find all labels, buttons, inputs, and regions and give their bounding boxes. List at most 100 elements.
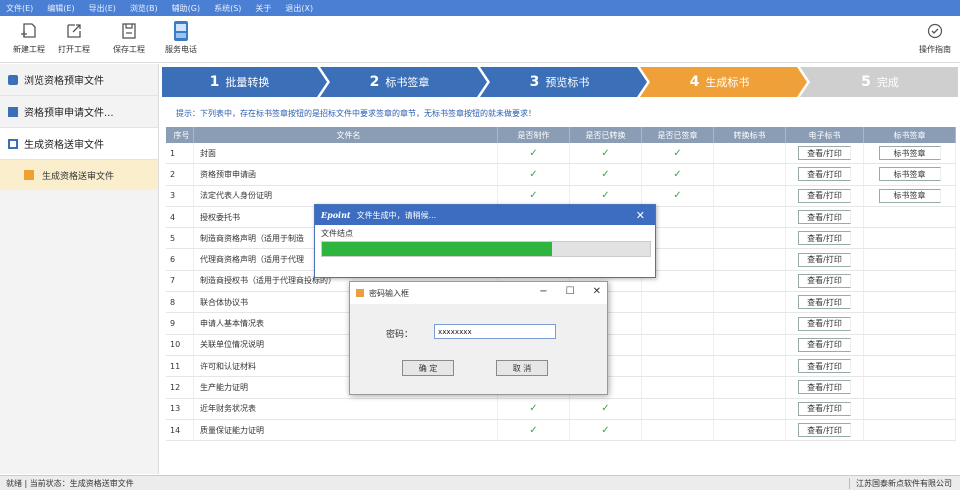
sidebar-subitem-label: 生成资格送审文件 [42,171,115,182]
table-row[interactable]: 14 质量保证能力证明 ✓ ✓ 查看/打印 [166,419,956,442]
view-cell: 查看/打印 [786,185,864,206]
new-project-button[interactable]: 新建工程 [8,20,50,55]
sign-button[interactable]: 标书签章 [878,188,941,203]
converted-check: ✓ [570,185,642,206]
sign-button[interactable]: 标书签章 [878,167,941,182]
view-print-button[interactable]: 查看/打印 [798,252,851,267]
menu-item[interactable]: 文件(E) [6,3,33,14]
view-print-button[interactable]: 查看/打印 [798,188,851,203]
sidebar-item-label: 浏览资格预审文件 [24,76,104,87]
new-project-icon [21,23,36,38]
step-number: 5 [861,74,871,90]
menu-item[interactable]: 系统(S) [214,3,241,14]
sign-cell [864,355,956,377]
sign-cell [864,334,956,355]
password-input[interactable] [434,324,556,339]
view-print-button[interactable]: 查看/打印 [798,273,851,288]
new-project-label: 新建工程 [13,45,45,54]
view-cell: 查看/打印 [786,419,864,441]
view-print-button[interactable]: 查看/打印 [798,380,851,395]
menu-item[interactable]: 关于 [255,3,271,14]
row-number: 14 [166,419,194,441]
step-number: 2 [369,74,380,90]
signed-check [642,355,714,377]
convert-cell [714,228,786,249]
view-cell: 查看/打印 [786,164,864,185]
minimize-icon[interactable]: − [539,286,547,297]
password-title: 密码输入框 [369,288,409,298]
view-cell: 查看/打印 [786,249,864,270]
row-number: 6 [166,249,194,270]
sidebar-item-application[interactable]: 资格预审申请文件... [0,96,158,128]
row-number: 4 [166,206,194,228]
save-project-label: 保存工程 [113,45,145,54]
sidebar-subitem-generate[interactable]: 生成资格送审文件 [0,160,158,190]
row-number: 13 [166,398,194,419]
cancel-button[interactable]: 取 消 [496,360,548,376]
menu-item[interactable]: 退出(X) [285,3,313,14]
open-project-label: 打开工程 [58,45,90,54]
save-project-icon [122,23,136,39]
row-number: 12 [166,377,194,398]
sidebar-item-generate[interactable]: 生成资格送审文件 [0,128,158,160]
sidebar-item-browse[interactable]: 浏览资格预审文件 [0,64,158,96]
guide-button[interactable]: 操作指南 [914,20,956,55]
save-project-button[interactable]: 保存工程 [108,20,150,55]
service-phone-button[interactable]: 服务电话 [160,20,202,55]
sign-cell [864,313,956,334]
status-text: 就绪 | 当前状态：生成资格送审文件 [6,478,134,488]
view-print-button[interactable]: 查看/打印 [798,295,851,310]
view-cell: 查看/打印 [786,377,864,398]
sign-cell [864,270,956,292]
sign-cell [864,206,956,228]
view-print-button[interactable]: 查看/打印 [798,210,851,225]
guide-icon [927,23,943,39]
step-label: 批量转换 [225,76,270,89]
sign-button[interactable]: 标书签章 [878,146,941,161]
header-cell: 文件名 [194,127,498,143]
view-print-button[interactable]: 查看/打印 [798,316,851,331]
view-print-button[interactable]: 查看/打印 [798,359,851,374]
edit-icon [8,106,18,117]
view-print-button[interactable]: 查看/打印 [798,167,851,182]
guide-label: 操作指南 [919,45,951,54]
step-3: 3 预览标书 [482,67,637,97]
progress-dialog: Epoint 文件生成中，请稍候... ✕ 文件结点 [314,204,656,278]
view-print-button[interactable]: 查看/打印 [798,423,851,437]
signed-check: ✓ [642,143,714,164]
app-icon [356,289,364,297]
menu-item[interactable]: 辅助(G) [172,3,200,14]
row-number: 10 [166,334,194,355]
view-print-button[interactable]: 查看/打印 [798,401,851,416]
file-name: 封面 [194,143,498,164]
menu-item[interactable]: 编辑(E) [47,3,74,14]
convert-cell [714,398,786,419]
signed-check [642,398,714,419]
made-check: ✓ [498,164,570,185]
open-project-icon [67,24,81,38]
maximize-icon[interactable]: ☐ [566,286,575,297]
open-project-button[interactable]: 打开工程 [53,20,95,55]
table-header: 序号 文件名 是否制作 是否已转换 是否已签章 转换标书 电子标书 标书签章 [166,127,956,143]
row-number: 11 [166,355,194,377]
table-row[interactable]: 2 资格预审申请函 ✓ ✓ ✓ 查看/打印 标书签章 [166,164,956,186]
menu-item[interactable]: 导出(E) [89,3,116,14]
table-row[interactable]: 13 近年财务状况表 ✓ ✓ 查看/打印 [166,398,956,420]
convert-cell [714,143,786,164]
menu-item[interactable]: 浏览(B) [130,3,158,14]
view-print-button[interactable]: 查看/打印 [798,231,851,246]
table-row[interactable]: 1 封面 ✓ ✓ ✓ 查看/打印 标书签章 [166,143,956,165]
password-dialog: 密码输入框 − ☐ ✕ 密码： 确 定 取 消 [349,281,608,395]
sign-cell [864,228,956,249]
browse-icon [8,74,18,85]
view-print-button[interactable]: 查看/打印 [798,146,851,161]
menu-bar: 文件(E) 编辑(E) 导出(E) 浏览(B) 辅助(G) 系统(S) 关于 退出(X) [0,0,960,16]
close-icon[interactable]: ✕ [636,209,645,222]
view-print-button[interactable]: 查看/打印 [798,337,851,352]
made-check: ✓ [498,143,570,164]
convert-cell [714,355,786,377]
ok-button[interactable]: 确 定 [402,360,454,376]
close-icon[interactable]: ✕ [593,286,601,297]
password-title-bar: 密码输入框 − ☐ ✕ [350,282,607,304]
tip-text: 提示：下列表中，存在标书签章按钮的是招标文件中要求签章的章节，无标书签章按钮的就… [176,109,536,118]
